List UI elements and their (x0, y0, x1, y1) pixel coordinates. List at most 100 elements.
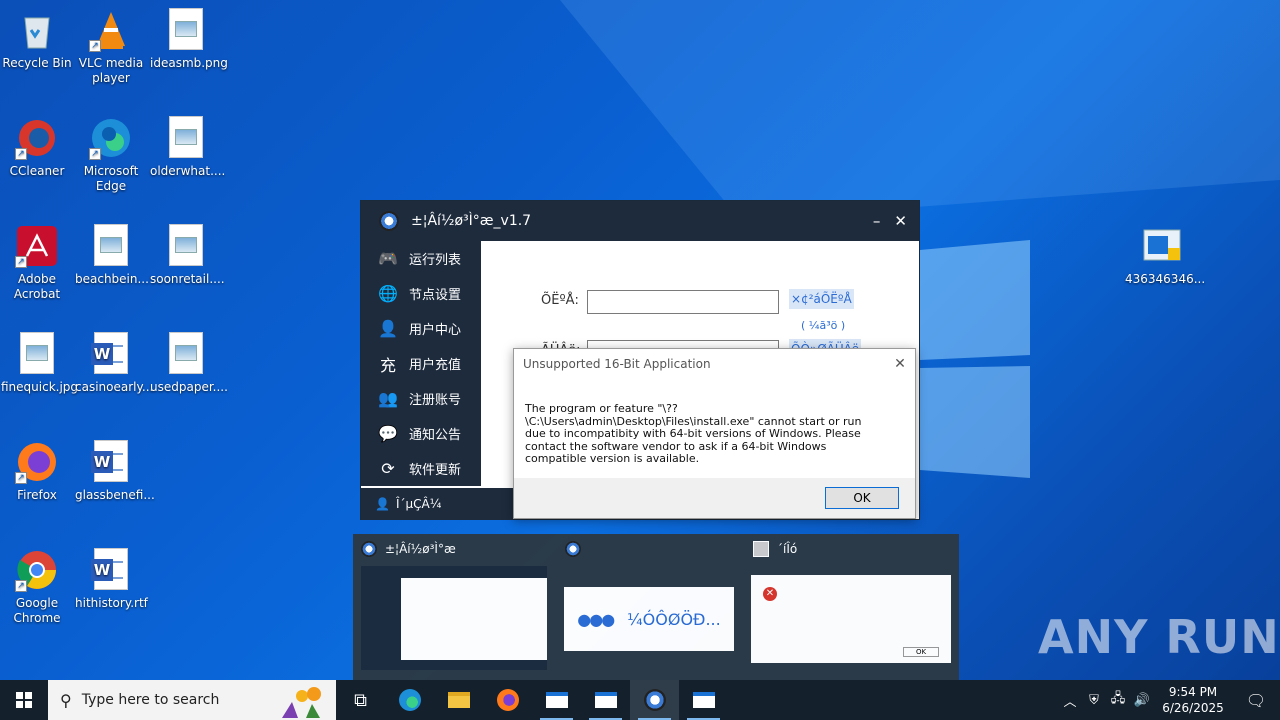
app-titlebar[interactable]: ±¦Âí½ø³Ì°æ_v1.7 – ✕ (361, 201, 919, 241)
app-sidebar: 🎮 运行列表 🌐 节点设置 👤 用户中心 充用户充值 👥 注册账号 💬 通知公告 ⟳ 软件更… (361, 241, 481, 486)
thumbnail-error[interactable]: ´íÎó ✕ OK (745, 534, 955, 680)
desktop-icon-finequick[interactable]: finequick.jpg (1, 332, 78, 395)
add-user-icon: 👥 (378, 389, 398, 408)
search-highlight-icon (282, 687, 321, 718)
app-title: ±¦Âí½ø³Ì°æ_v1.7 (411, 213, 532, 229)
sidebar-item-run-list[interactable]: 🎮 运行列表 (361, 241, 481, 276)
desktop-icon-hithistory[interactable]: W hithistory.rtf (75, 548, 148, 611)
taskbar-window-3[interactable] (679, 680, 728, 720)
sidebar-item-notice[interactable]: 💬 通知公告 (361, 416, 481, 451)
window-icon (594, 692, 617, 708)
taskbar-thumbnail-panel: ±¦Âí½ø³Ì°æ ●●● ¼ÓÔØÖÐ... ´íÎó ✕ OK (353, 534, 959, 680)
search-box[interactable]: ⚲ Type here to search (48, 680, 336, 720)
thumbnail-app[interactable]: ±¦Âí½ø³Ì°æ (353, 534, 553, 680)
desktop-icon-label: olderwhat.... (150, 164, 226, 178)
chevron-up-icon[interactable]: ︿ (1058, 691, 1082, 710)
taskbar-edge[interactable] (385, 680, 434, 720)
desktop-icon-vlc[interactable]: ↗ VLC media player (75, 8, 147, 86)
taskbar-window-1[interactable] (532, 680, 581, 720)
firefox-icon: ↗ (15, 440, 59, 484)
image-file-icon (164, 116, 208, 160)
image-file-icon (15, 332, 59, 376)
loading-dots-icon: ●●● (577, 609, 615, 629)
image-file-icon (89, 224, 133, 268)
volume-icon[interactable]: 🔊 (1130, 693, 1154, 708)
desktop-icon-label: Firefox (17, 488, 57, 502)
minimize-button[interactable]: – (873, 212, 881, 230)
sidebar-item-register[interactable]: 👥 注册账号 (361, 381, 481, 416)
desktop-icon-acrobat[interactable]: ↗ Adobe Acrobat (1, 224, 73, 302)
desktop-icon-label: Recycle Bin (2, 56, 72, 70)
ok-button[interactable]: OK (825, 487, 899, 509)
desktop-icon-edge[interactable]: ↗ Microsoft Edge (75, 116, 147, 194)
desktop-icon-olderwhat[interactable]: olderwhat.... (150, 116, 226, 179)
notifications-icon[interactable]: 🗨 (1232, 691, 1280, 710)
sub-link[interactable]: ( ¼ã³ö ) (801, 319, 845, 332)
desktop-icon-label: 436346346... (1125, 272, 1206, 286)
desktop-icon-beachbein[interactable]: beachbein... (75, 224, 149, 287)
shortcut-arrow-icon: ↗ (15, 256, 27, 268)
taskbar-firefox[interactable] (483, 680, 532, 720)
sidebar-item-user-center[interactable]: 👤 用户中心 (361, 311, 481, 346)
ccleaner-icon: ↗ (15, 116, 59, 160)
desktop-icon-recycle-bin[interactable]: Recycle Bin (1, 8, 73, 71)
chat-icon: 💬 (378, 424, 398, 443)
taskbar-window-2[interactable] (581, 680, 630, 720)
error-dialog: Unsupported 16-Bit Application ✕ The pro… (513, 348, 916, 519)
desktop-icon-usedpaper[interactable]: usedpaper.... (150, 332, 228, 395)
desktop-icon-installer[interactable]: 436346346... (1125, 224, 1206, 287)
sidebar-item-label: 注册账号 (409, 393, 462, 408)
desktop-icon-firefox[interactable]: ↗ Firefox (1, 440, 73, 503)
close-button[interactable]: ✕ (894, 212, 907, 230)
thumbnail-preview: ✕ OK (751, 575, 951, 663)
sidebar-item-update[interactable]: ⟳ 软件更新 (361, 451, 481, 486)
recycle-bin-icon (15, 8, 59, 52)
desktop-icon-casinoearly[interactable]: W casinoearly... (75, 332, 153, 395)
sidebar-item-node-settings[interactable]: 🌐 节点设置 (361, 276, 481, 311)
desktop-icon-label: Microsoft Edge (83, 164, 139, 193)
bmw-logo-icon (361, 541, 377, 557)
bmw-logo-icon (643, 689, 666, 711)
sidebar-item-label: 通知公告 (409, 428, 462, 443)
window-icon (545, 692, 568, 708)
dialog-titlebar[interactable]: Unsupported 16-Bit Application ✕ (514, 349, 915, 379)
shortcut-arrow-icon: ↗ (15, 148, 27, 160)
dialog-message: The program or feature "\??\C:\Users\adm… (525, 402, 862, 465)
taskbar-file-explorer[interactable] (434, 680, 483, 720)
close-icon[interactable]: ✕ (885, 356, 915, 372)
recharge-icon: 充 (379, 355, 396, 375)
desktop-icon-label: Google Chrome (13, 596, 61, 625)
account-input[interactable] (587, 290, 779, 314)
task-view-icon: ⧉ (354, 689, 367, 711)
start-button[interactable] (0, 680, 48, 720)
shortcut-arrow-icon: ↗ (15, 580, 27, 592)
dialog-title: Unsupported 16-Bit Application (523, 357, 711, 371)
word-file-icon: W (89, 332, 133, 376)
anyrun-watermark: ANY RUN (1038, 610, 1280, 664)
desktop-icon-ccleaner[interactable]: ↗ CCleaner (1, 116, 73, 179)
desktop-icon-label: glassbenefi... (75, 488, 155, 502)
task-view-button[interactable]: ⧉ (336, 680, 385, 720)
register-link[interactable]: ×¢²áÕËºÅ (789, 289, 854, 309)
thumbnail-loading[interactable]: ●●● ¼ÓÔØÖÐ... (557, 534, 747, 680)
security-icon[interactable]: ⛨ (1082, 693, 1106, 708)
vlc-icon: ↗ (89, 8, 133, 52)
search-icon: ⚲ (60, 690, 72, 710)
desktop-icon-chrome[interactable]: ↗ Google Chrome (1, 548, 73, 626)
taskbar: ⚲ Type here to search ⧉ ︿ ⛨ 🖧 🔊 9:54 PM … (0, 680, 1280, 720)
app-status-bar: 👤 Î´µÇÂ¼ (361, 488, 521, 520)
desktop-icon-label: ideasmb.png (150, 56, 228, 70)
taskbar-bmw-app[interactable] (630, 680, 679, 720)
clock[interactable]: 9:54 PM 6/26/2025 (1154, 684, 1232, 716)
gamepad-icon: 🎮 (378, 249, 398, 268)
sidebar-item-recharge[interactable]: 充用户充值 (361, 346, 481, 381)
desktop-icon-label: CCleaner (9, 164, 65, 178)
clock-time: 9:54 PM (1168, 685, 1218, 699)
desktop-icon-soonretail[interactable]: soonretail.... (150, 224, 225, 287)
dialog-footer: OK (514, 478, 915, 518)
user-icon: 👤 (375, 497, 390, 511)
desktop-icon-ideasmb[interactable]: ideasmb.png (150, 8, 228, 71)
thumbnail-title: ´íÎó (777, 542, 798, 556)
desktop-icon-glassbenefi[interactable]: W glassbenefi... (75, 440, 155, 503)
network-icon[interactable]: 🖧 (1106, 689, 1130, 711)
